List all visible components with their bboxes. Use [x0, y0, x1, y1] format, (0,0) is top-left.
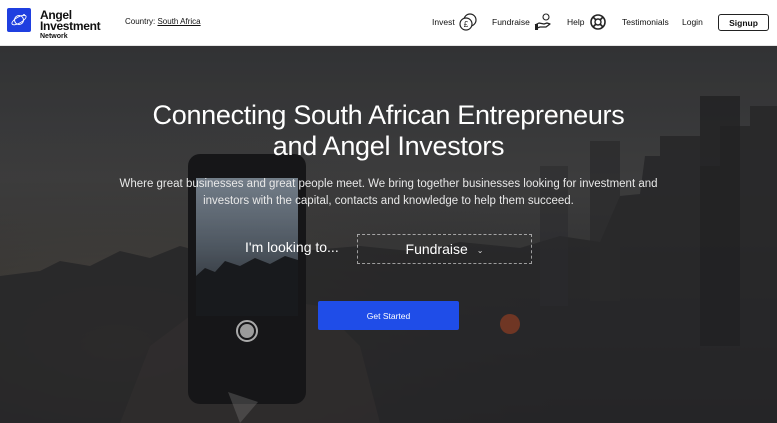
logo-icon[interactable]	[7, 8, 31, 32]
nav-testimonials[interactable]: Testimonials	[622, 17, 669, 27]
hero-title: Connecting South African Entrepreneurs a…	[0, 100, 777, 162]
country-selector: Country: South Africa	[125, 17, 201, 26]
svg-text:£: £	[464, 20, 469, 29]
nav-help[interactable]: Help	[567, 17, 584, 27]
nav-invest[interactable]: Invest	[432, 17, 455, 27]
get-started-button[interactable]: Get Started	[318, 301, 459, 330]
country-link[interactable]: South Africa	[157, 17, 200, 26]
logo-wordmark[interactable]: Angel Investment Network	[40, 9, 101, 40]
hero-title-line-2: and Angel Investors	[272, 131, 505, 161]
logo-line-3: Network	[40, 33, 68, 40]
lifebuoy-icon[interactable]	[589, 13, 607, 31]
hand-coins-icon[interactable]	[534, 13, 552, 31]
looking-to-label: I'm looking to...	[245, 239, 339, 255]
chevron-down-icon: ⌄	[476, 245, 484, 255]
nav-login[interactable]: Login	[682, 17, 703, 27]
hero-title-line-1: Connecting South African Entrepreneurs	[152, 100, 625, 130]
nav-fundraise[interactable]: Fundraise	[492, 17, 530, 27]
intent-select[interactable]: Fundraise ⌄	[357, 234, 532, 264]
logo-line-2: Investment	[40, 19, 101, 33]
site-header: Angel Investment Network Country: South …	[0, 0, 777, 46]
hero-section: Connecting South African Entrepreneurs a…	[0, 46, 777, 423]
country-label: Country:	[125, 17, 156, 26]
signup-button[interactable]: Signup	[718, 14, 769, 31]
coin-pound-icon[interactable]: £	[459, 13, 477, 31]
hero-subtitle: Where great businesses and great people …	[119, 178, 658, 207]
intent-select-value: Fundraise	[405, 241, 468, 257]
